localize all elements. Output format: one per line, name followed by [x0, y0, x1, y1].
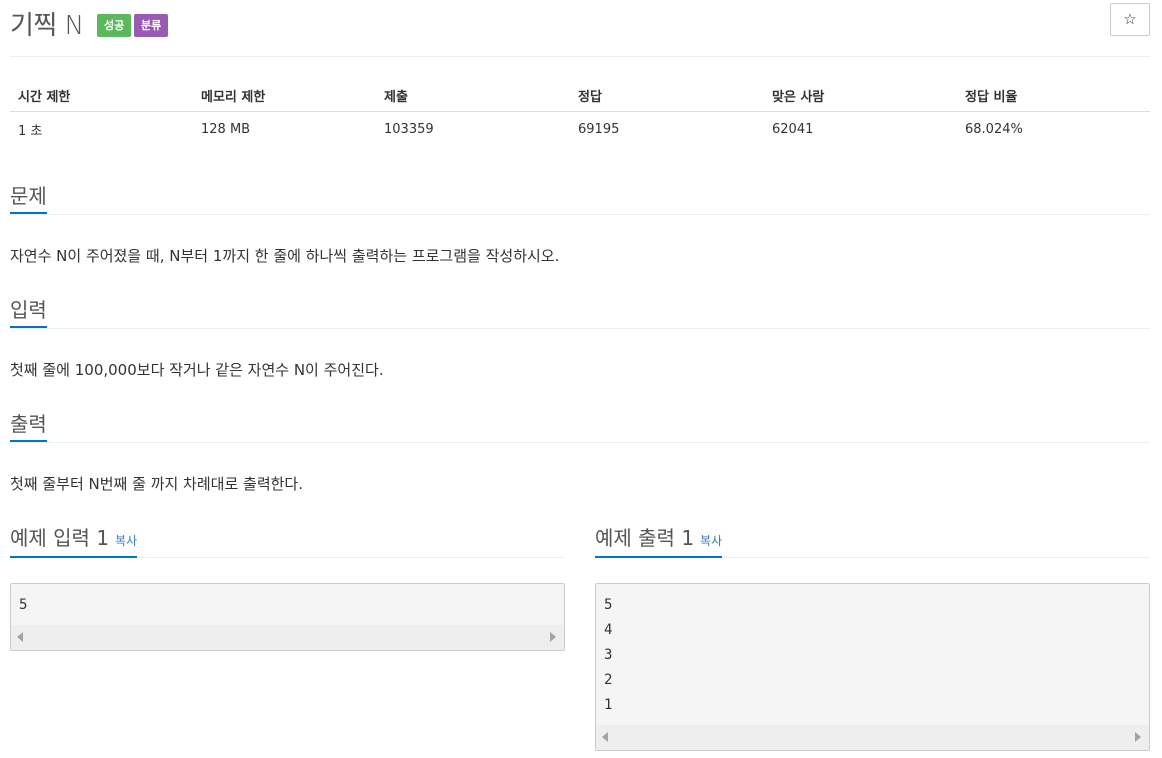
copy-sample-input-link[interactable]: 복사: [115, 534, 137, 548]
sample-output-header: 예제 출력 1 복사: [595, 520, 1150, 558]
star-icon: ☆: [1123, 10, 1137, 28]
code-line: 2: [604, 672, 613, 688]
sample-input-title-wrap: 예제 입력 1 복사: [10, 520, 138, 558]
value-accepted: 69195: [578, 122, 620, 138]
favorite-button[interactable]: ☆: [1110, 3, 1150, 36]
output-section-header: 출력: [10, 406, 1150, 443]
code-line: 3: [604, 647, 613, 663]
header-submissions: 제출: [376, 80, 570, 112]
horizontal-scrollbar[interactable]: [596, 725, 1149, 750]
value-time-limit: 1 초: [18, 124, 43, 140]
title-row: 기찍 N 성공 분류 ☆: [10, 0, 1150, 57]
horizontal-scrollbar[interactable]: [11, 625, 564, 650]
info-table-header-row: 시간 제한 메모리 제한 제출 정답 맞은 사람 정답 비율: [10, 80, 1150, 112]
output-description: 첫째 줄부터 N번째 줄 까지 차례대로 출력한다.: [10, 475, 303, 493]
header-time-limit: 시간 제한: [10, 80, 193, 112]
scroll-right-icon[interactable]: [550, 632, 556, 642]
header-accepted: 정답: [570, 80, 764, 112]
sample-output-title-wrap: 예제 출력 1 복사: [595, 520, 723, 558]
value-accept-ratio: 68.024%: [965, 122, 1023, 138]
code-line: 5: [604, 597, 613, 613]
value-memory-limit: 128 MB: [201, 122, 251, 138]
problem-info-table: 시간 제한 메모리 제한 제출 정답 맞은 사람 정답 비율 1 초 128 M…: [10, 80, 1150, 148]
header-accept-ratio: 정답 비율: [957, 80, 1150, 112]
sample-input-block: 예제 입력 1 복사 5: [10, 520, 565, 651]
header-solved-users: 맞은 사람: [764, 80, 957, 112]
sample-output-code[interactable]: 5 4 3 2 1: [595, 583, 1150, 751]
scroll-right-icon[interactable]: [1135, 732, 1141, 742]
sample-input-header: 예제 입력 1 복사: [10, 520, 565, 558]
code-line: 5: [19, 597, 28, 613]
copy-sample-output-link[interactable]: 복사: [700, 534, 722, 548]
info-table-row: 1 초 128 MB 103359 69195 62041 68.024%: [10, 111, 1150, 148]
code-line: 4: [604, 622, 613, 638]
scroll-left-icon[interactable]: [602, 732, 608, 742]
header-memory-limit: 메모리 제한: [193, 80, 376, 112]
sample-output-title: 예제 출력 1: [595, 526, 695, 550]
problem-section-title: 문제: [10, 178, 47, 214]
input-section-header: 입력: [10, 292, 1150, 329]
problem-section-header: 문제: [10, 178, 1150, 215]
output-section-title: 출력: [10, 406, 47, 442]
problem-description: 자연수 N이 주어졌을 때, N부터 1까지 한 줄에 하나씩 출력하는 프로그…: [10, 247, 560, 265]
category-badge[interactable]: 분류: [134, 14, 169, 37]
code-line: 1: [604, 697, 613, 713]
page-title: 기찍 N: [10, 11, 84, 41]
status-badge-success: 성공: [97, 14, 132, 37]
scroll-left-icon[interactable]: [17, 632, 23, 642]
sample-input-title: 예제 입력 1: [10, 526, 110, 550]
input-description: 첫째 줄에 100,000보다 작거나 같은 자연수 N이 주어진다.: [10, 361, 384, 379]
input-section-title: 입력: [10, 292, 47, 328]
value-solved-users: 62041: [772, 122, 814, 138]
sample-input-code[interactable]: 5: [10, 583, 565, 651]
sample-output-block: 예제 출력 1 복사 5 4 3 2 1: [595, 520, 1150, 751]
value-submissions: 103359: [384, 122, 434, 138]
